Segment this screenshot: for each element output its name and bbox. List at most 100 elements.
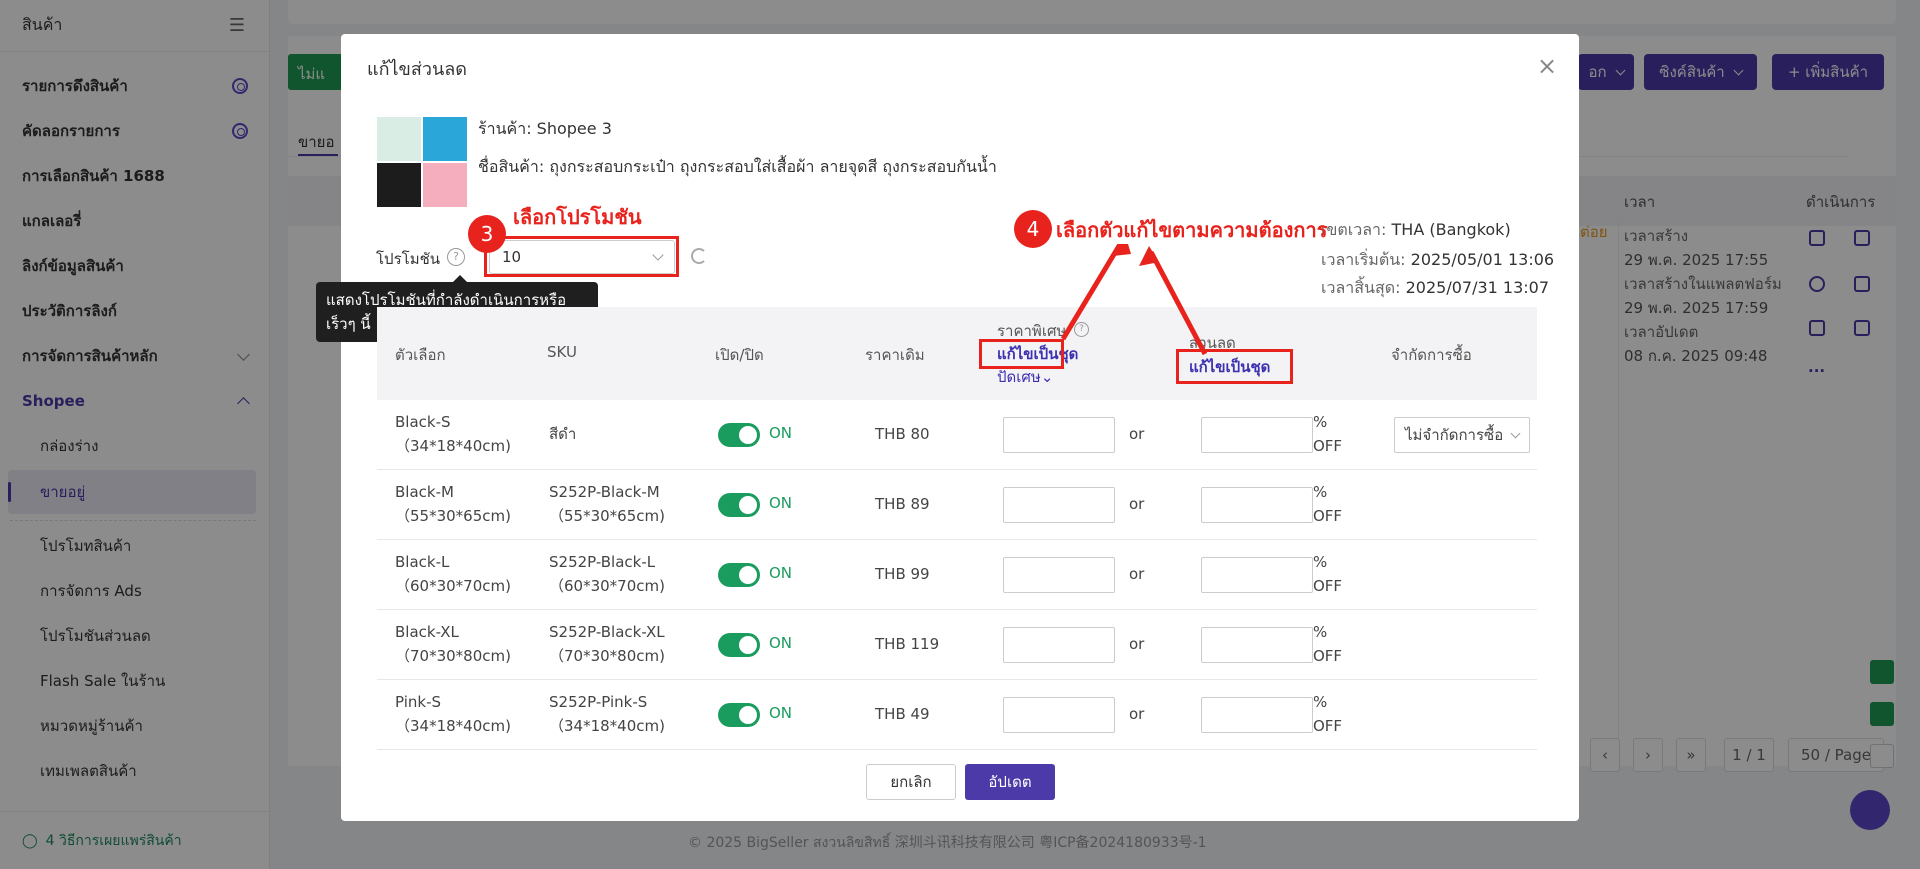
- option-name: Black-XL: [395, 623, 459, 641]
- header-original-price: ราคาเดิม: [865, 346, 925, 364]
- percent-sign: %: [1313, 553, 1328, 571]
- promotion-label: โปรโมชัน: [376, 250, 441, 268]
- product-thumbnail-2: [423, 117, 467, 161]
- end-time-label: เวลาสิ้นสุด:: [1321, 278, 1401, 297]
- header-toggle: เปิด/ปิด: [715, 346, 764, 364]
- sku-size: （34*18*40cm): [549, 717, 665, 735]
- special-price-input[interactable]: [1003, 417, 1115, 453]
- option-name: Black-S: [395, 413, 451, 431]
- option-cell: Black-L （60*30*70cm): [395, 550, 511, 598]
- annotation-step-4: 4: [1014, 210, 1052, 248]
- discount-percent-input[interactable]: [1201, 697, 1313, 733]
- table-row: Black-M （55*30*65cm) S252P-Black-M （55*30*6…: [377, 470, 1537, 540]
- sku-cell: S252P-Pink-S （34*18*40cm): [549, 690, 665, 738]
- sku-cell: S252P-Black-XL （70*30*80cm): [549, 620, 665, 668]
- product-thumbnail-3: [377, 163, 421, 207]
- sku-size: （70*30*80cm): [549, 647, 665, 665]
- original-price: THB 99: [875, 565, 930, 583]
- discount-percent-input[interactable]: [1201, 487, 1313, 523]
- product-name: ชื่อสินค้า: ถุงกระสอบกระเป๋า ถุงกระสอบใส…: [478, 157, 997, 176]
- or-label: or: [1129, 425, 1145, 443]
- product-image: [377, 117, 467, 207]
- sku-size: （55*30*65cm): [549, 507, 665, 525]
- enable-toggle[interactable]: [718, 563, 760, 587]
- special-price-input[interactable]: [1003, 557, 1115, 593]
- percent-off-label: % OFF: [1313, 480, 1342, 528]
- option-cell: Black-S （34*18*40cm): [395, 410, 511, 458]
- purchase-limit-value: ไม่จำกัดการซื้อ: [1405, 426, 1504, 444]
- special-price-input[interactable]: [1003, 697, 1115, 733]
- table-header: ตัวเลือก SKU เปิด/ปิด ราคาเดิม ราคาพิเศษ…: [377, 307, 1537, 400]
- sku-size: （60*30*70cm): [549, 577, 665, 595]
- table-row: Black-L （60*30*70cm) S252P-Black-L （60*30*7…: [377, 540, 1537, 610]
- discount-percent-input[interactable]: [1201, 627, 1313, 663]
- update-button[interactable]: อัปเดต: [965, 764, 1055, 800]
- option-name: Pink-S: [395, 693, 442, 711]
- start-time-label: เวลาเริ่มต้น:: [1321, 250, 1406, 269]
- original-price: THB 49: [875, 705, 930, 723]
- product-thumbnail-1: [377, 117, 421, 161]
- end-time-value: 2025/07/31 13:07: [1405, 278, 1550, 297]
- or-label: or: [1129, 705, 1145, 723]
- sku-value: S252P-Black-M: [549, 483, 660, 501]
- annotation-arrows: [1060, 244, 1208, 356]
- option-name: Black-M: [395, 483, 454, 501]
- percent-off-label: % OFF: [1313, 690, 1342, 738]
- enable-toggle[interactable]: [718, 703, 760, 727]
- discount-percent-input[interactable]: [1201, 557, 1313, 593]
- off-label: OFF: [1313, 577, 1343, 595]
- annotation-text-step-3: เลือกโปรโมชัน: [513, 205, 642, 229]
- store-name: ร้านค้า: Shopee 3: [478, 119, 612, 138]
- option-cell: Black-XL （70*30*80cm): [395, 620, 511, 668]
- start-time-line: เวลาเริ่มต้น: 2025/05/01 13:06: [1321, 248, 1554, 273]
- timezone-label: เขตเวลา:: [1321, 220, 1387, 239]
- off-label: OFF: [1313, 507, 1343, 525]
- percent-off-label: % OFF: [1313, 410, 1342, 458]
- percent-sign: %: [1313, 623, 1328, 641]
- option-name: Black-L: [395, 553, 450, 571]
- off-label: OFF: [1313, 647, 1343, 665]
- percent-off-label: % OFF: [1313, 550, 1342, 598]
- special-price-input[interactable]: [1003, 487, 1115, 523]
- sku-table: ตัวเลือก SKU เปิด/ปิด ราคาเดิม ราคาพิเศษ…: [377, 307, 1547, 777]
- option-cell: Pink-S （34*18*40cm): [395, 690, 511, 738]
- enable-toggle[interactable]: [718, 493, 760, 517]
- modal-title: แก้ไขส่วนลด: [367, 59, 467, 80]
- close-icon[interactable]: ×: [1535, 54, 1559, 78]
- header-option: ตัวเลือก: [395, 346, 446, 364]
- percent-sign: %: [1313, 693, 1328, 711]
- special-price-input[interactable]: [1003, 627, 1115, 663]
- enable-toggle[interactable]: [718, 423, 760, 447]
- annotation-step-3: 3: [468, 215, 506, 253]
- sku-cell: S252P-Black-M （55*30*65cm): [549, 480, 665, 528]
- sku-value: S252P-Pink-S: [549, 693, 648, 711]
- original-price: THB 89: [875, 495, 930, 513]
- annotation-text-step-4: เลือกตัวแก้ไขตามความต้องการ: [1056, 218, 1328, 242]
- toggle-state-label: ON: [769, 424, 793, 442]
- option-size: （34*18*40cm): [395, 437, 511, 455]
- sku-value: S252P-Black-L: [549, 553, 656, 571]
- cancel-label: ยกเลิก: [890, 773, 932, 791]
- timezone-line: เขตเวลา: THA (Bangkok): [1321, 218, 1511, 243]
- cancel-button[interactable]: ยกเลิก: [866, 764, 956, 800]
- toggle-state-label: ON: [769, 564, 793, 582]
- purchase-limit-select[interactable]: ไม่จำกัดการซื้อ: [1394, 417, 1530, 453]
- toggle-state-label: ON: [769, 634, 793, 652]
- sku-value: S252P-Black-XL: [549, 623, 665, 641]
- discount-percent-input[interactable]: [1201, 417, 1313, 453]
- end-time-line: เวลาสิ้นสุด: 2025/07/31 13:07: [1321, 276, 1549, 301]
- update-label: อัปเดต: [988, 773, 1032, 791]
- product-thumbnail-4: [423, 163, 467, 207]
- sku-value: สีดำ: [549, 425, 577, 443]
- enable-toggle[interactable]: [718, 633, 760, 657]
- off-label: OFF: [1313, 437, 1343, 455]
- option-cell: Black-M （55*30*65cm): [395, 480, 511, 528]
- sku-cell: S252P-Black-L （60*30*70cm): [549, 550, 665, 598]
- percent-sign: %: [1313, 413, 1328, 431]
- toggle-state-label: ON: [769, 704, 793, 722]
- help-icon[interactable]: ?: [447, 248, 465, 266]
- edit-discount-modal: แก้ไขส่วนลด × ร้านค้า: Shopee 3 ชื่อสินค…: [316, 34, 1579, 821]
- refresh-icon[interactable]: [691, 248, 707, 264]
- start-time-value: 2025/05/01 13:06: [1410, 250, 1555, 269]
- option-size: （34*18*40cm): [395, 717, 511, 735]
